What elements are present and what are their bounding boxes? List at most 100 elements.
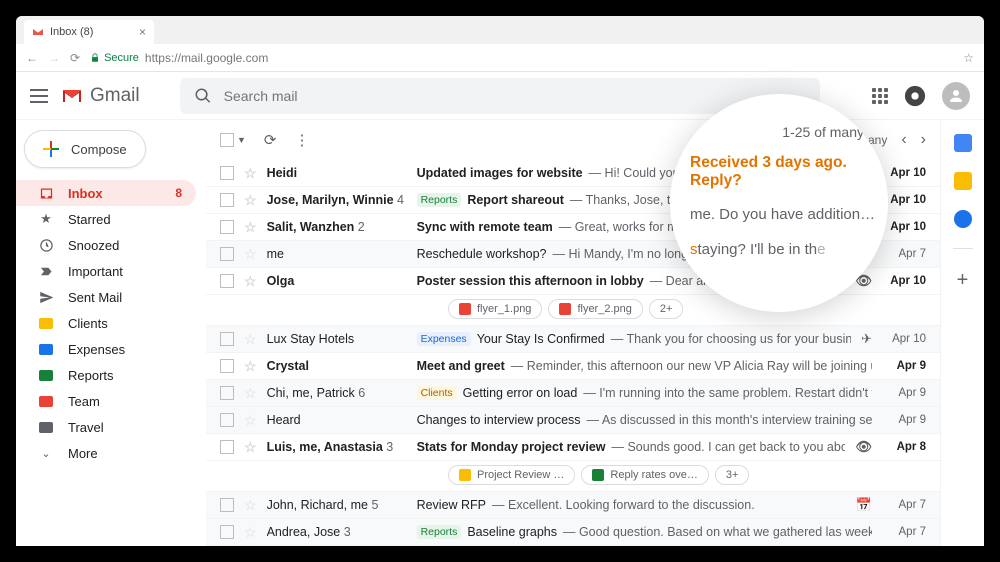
sender: Jose, Marilyn, Winnie 4 bbox=[267, 193, 407, 207]
attachment-chip[interactable]: Reply rates ove… bbox=[581, 465, 708, 485]
search-input[interactable] bbox=[224, 88, 806, 104]
sidebar-item-inbox[interactable]: Inbox 8 bbox=[16, 180, 196, 206]
row-checkbox[interactable] bbox=[220, 220, 234, 234]
star-icon[interactable]: ☆ bbox=[244, 439, 257, 456]
row-content: Review RFP — Excellent. Looking forward … bbox=[417, 498, 846, 512]
refresh-icon[interactable]: ⟳ bbox=[264, 131, 277, 149]
bookmark-star-icon[interactable]: ☆ bbox=[963, 51, 974, 65]
star-icon[interactable]: ☆ bbox=[244, 331, 257, 348]
file-icon bbox=[459, 469, 471, 481]
email-row[interactable]: ☆ Andrea, Jose 3 Reports Baseline graphs… bbox=[206, 519, 940, 546]
row-checkbox[interactable] bbox=[220, 193, 234, 207]
star-icon[interactable]: ☆ bbox=[244, 273, 257, 290]
google-apps-icon[interactable] bbox=[872, 88, 888, 104]
sender: Olga bbox=[267, 274, 407, 288]
date: Apr 10 bbox=[882, 333, 926, 345]
attachment-more-chip[interactable]: 3+ bbox=[715, 465, 750, 485]
star-icon[interactable]: ☆ bbox=[244, 497, 257, 514]
attachment-chip[interactable]: flyer_2.png bbox=[548, 299, 642, 319]
snippet: — Good question. Based on what we gather… bbox=[563, 525, 872, 539]
file-icon bbox=[592, 469, 604, 481]
row-checkbox[interactable] bbox=[220, 386, 234, 400]
next-page-icon[interactable]: › bbox=[921, 131, 926, 149]
sidebar-item-important[interactable]: Important bbox=[16, 258, 196, 284]
add-addon-icon[interactable]: + bbox=[957, 269, 969, 292]
back-icon[interactable]: ← bbox=[26, 51, 38, 65]
account-avatar[interactable] bbox=[942, 82, 970, 110]
row-checkbox[interactable] bbox=[220, 359, 234, 373]
row-checkbox[interactable] bbox=[220, 498, 234, 512]
star-icon[interactable]: ☆ bbox=[244, 246, 257, 263]
select-all-checkbox[interactable] bbox=[220, 133, 234, 147]
email-row[interactable]: ☆ Lux Stay Hotels Expenses Your Stay Is … bbox=[206, 326, 940, 353]
zoom-callout: 1-25 of many Received 3 days ago. Reply?… bbox=[670, 94, 888, 312]
address-bar[interactable]: Secure https://mail.google.com bbox=[90, 51, 953, 65]
attachment-chip[interactable]: flyer_1.png bbox=[448, 299, 542, 319]
sidebar-item-travel[interactable]: Travel bbox=[16, 414, 196, 440]
reload-icon[interactable]: ⟳ bbox=[70, 51, 80, 65]
sidebar-item-label: Important bbox=[68, 264, 123, 279]
sidebar-item-starred[interactable]: ★ Starred bbox=[16, 206, 196, 232]
forward-icon[interactable]: → bbox=[48, 51, 60, 65]
gmail-logo-icon bbox=[60, 84, 84, 108]
sidebar-item-clients[interactable]: Clients bbox=[16, 310, 196, 336]
star-icon[interactable]: ☆ bbox=[244, 412, 257, 429]
star-icon[interactable]: ☆ bbox=[244, 524, 257, 541]
email-row[interactable]: ☆ Chi, me, Patrick 6 Clients Getting err… bbox=[206, 380, 940, 407]
search-icon bbox=[194, 87, 212, 105]
gmail-logo[interactable]: Gmail bbox=[60, 84, 140, 108]
browser-tabstrip: Inbox (8) × bbox=[16, 16, 984, 44]
attachment-name: Project Review … bbox=[477, 469, 564, 481]
email-row[interactable]: ☆ John, Richard, me 5 Review RFP — Excel… bbox=[206, 492, 940, 519]
sidebar-item-team[interactable]: Team bbox=[16, 388, 196, 414]
keep-app-icon[interactable] bbox=[954, 172, 972, 190]
tasks-app-icon[interactable] bbox=[954, 210, 972, 228]
sent mail-icon bbox=[38, 289, 54, 305]
email-row[interactable]: ☆ Heard Changes to interview process — A… bbox=[206, 407, 940, 434]
more-menu-icon[interactable]: ⋮ bbox=[295, 131, 310, 149]
email-row[interactable]: ☆ Crystal Meet and greet — Reminder, thi… bbox=[206, 353, 940, 380]
sidebar-item-label: Snoozed bbox=[68, 238, 119, 253]
date: Apr 8 bbox=[882, 441, 926, 453]
row-checkbox[interactable] bbox=[220, 413, 234, 427]
row-checkbox[interactable] bbox=[220, 332, 234, 346]
star-icon[interactable]: ☆ bbox=[244, 385, 257, 402]
browser-toolbar: ← → ⟳ Secure https://mail.google.com ☆ bbox=[16, 44, 984, 72]
compose-label: Compose bbox=[71, 142, 127, 157]
more-icon: ⌄ bbox=[38, 445, 54, 461]
email-row[interactable]: ☆ Luis, me, Anastasia 3 Stats for Monday… bbox=[206, 434, 940, 461]
sidebar-item-reports[interactable]: Reports bbox=[16, 362, 196, 388]
compose-button[interactable]: Compose bbox=[24, 130, 146, 168]
chevron-down-icon[interactable]: ▼ bbox=[237, 135, 246, 145]
sidebar-item-snoozed[interactable]: Snoozed bbox=[16, 232, 196, 258]
label-chip: Reports bbox=[417, 525, 462, 539]
sender: Salit, Wanzhen 2 bbox=[267, 220, 407, 234]
row-checkbox[interactable] bbox=[220, 525, 234, 539]
notifications-icon[interactable] bbox=[904, 85, 926, 107]
browser-tab[interactable]: Inbox (8) × bbox=[24, 20, 154, 44]
date: Apr 9 bbox=[882, 360, 926, 372]
subject: Sync with remote team bbox=[417, 220, 553, 234]
star-icon[interactable]: ☆ bbox=[244, 358, 257, 375]
row-checkbox[interactable] bbox=[220, 440, 234, 454]
main-menu-icon[interactable] bbox=[30, 89, 48, 103]
row-checkbox[interactable] bbox=[220, 274, 234, 288]
attachment-more-chip[interactable]: 2+ bbox=[649, 299, 684, 319]
calendar-app-icon[interactable] bbox=[954, 134, 972, 152]
sidebar-item-label: More bbox=[68, 446, 98, 461]
row-content: Reports Baseline graphs — Good question.… bbox=[417, 525, 872, 539]
attachment-name: flyer_2.png bbox=[577, 303, 631, 315]
prev-page-icon[interactable]: ‹ bbox=[901, 131, 906, 149]
star-icon[interactable]: ☆ bbox=[244, 192, 257, 209]
close-tab-icon[interactable]: × bbox=[139, 25, 146, 39]
row-checkbox[interactable] bbox=[220, 166, 234, 180]
sidebar-item-more[interactable]: ⌄ More bbox=[16, 440, 196, 466]
sidebar-item-sent-mail[interactable]: Sent Mail bbox=[16, 284, 196, 310]
star-icon[interactable]: ☆ bbox=[244, 219, 257, 236]
attachment-chip[interactable]: Project Review … bbox=[448, 465, 575, 485]
sidebar-item-expenses[interactable]: Expenses bbox=[16, 336, 196, 362]
subject: Your Stay Is Confirmed bbox=[477, 332, 605, 346]
row-checkbox[interactable] bbox=[220, 247, 234, 261]
sender: John, Richard, me 5 bbox=[267, 498, 407, 512]
star-icon[interactable]: ☆ bbox=[244, 165, 257, 182]
